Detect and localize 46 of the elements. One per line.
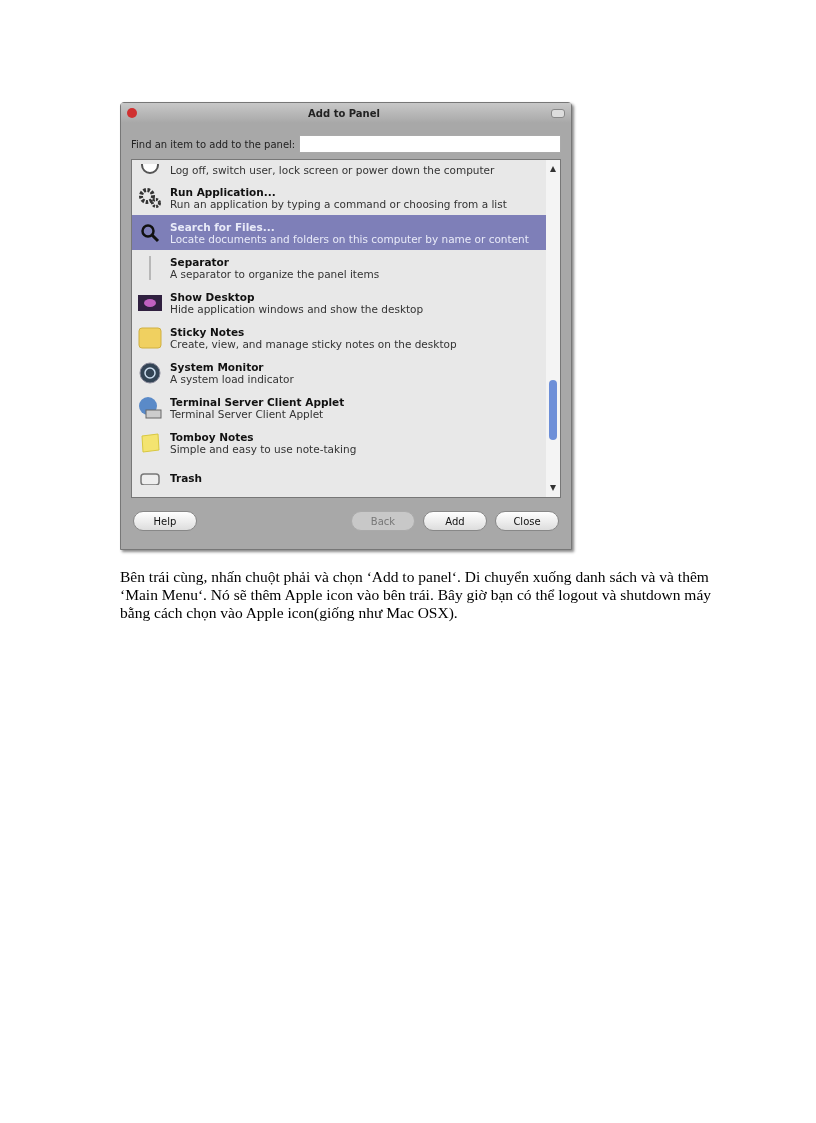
trash-icon — [139, 470, 161, 485]
close-icon[interactable] — [127, 108, 137, 118]
item-title: Run Application... — [170, 185, 277, 198]
item-description: Simple and easy to use note-taking — [170, 442, 357, 455]
item-title: Show Desktop — [170, 290, 256, 303]
item-title: Separator — [170, 255, 230, 268]
list-item[interactable]: Sticky Notes Create, view, and manage sticky notes on the desktop — [132, 320, 546, 355]
item-description: Run an application by typing a command or choosing from a list — [170, 197, 507, 210]
sticky-note-icon — [138, 326, 162, 349]
item-title: System Monitor — [170, 360, 265, 373]
item-title: Tomboy Notes — [170, 430, 255, 443]
gears-icon — [138, 186, 162, 209]
globe-icon — [139, 361, 161, 384]
computer-globe-icon — [138, 395, 162, 420]
help-button[interactable]: Help — [133, 511, 197, 531]
item-title: Search for Files... — [170, 220, 276, 233]
list-item[interactable]: Run Application... Run an application by typing a command or choosing from a list — [132, 180, 546, 215]
maximize-icon[interactable] — [551, 108, 565, 118]
list-item[interactable]: System Monitor A system load indicator — [132, 355, 546, 390]
item-description: Locate documents and folders on this computer by name or content — [170, 232, 529, 245]
item-description: Log off, switch user, lock screen or power down the computer — [170, 164, 495, 176]
paragraph: Bên trái cùng, nhấn chuột phải và chọn ‘Add to panel‘. Di chuyển xuống danh sách và và thêm ‘Main Menu‘. Nó sẽ thêm Apple icon vào bên trái. Bây giờ bạn có thể logout và shutdown máy bằng cách chọn vào Apple icon(giống như Mac OSX). — [120, 568, 713, 622]
list-item[interactable]: Separator A separator to organize the panel items — [132, 250, 546, 285]
separator-icon — [148, 255, 152, 280]
item-title: Terminal Server Client Applet — [170, 395, 345, 408]
item-description: Terminal Server Client Applet — [170, 407, 324, 420]
note-icon — [139, 431, 161, 454]
item-title: Sticky Notes — [170, 325, 246, 338]
list-item[interactable]: Show Desktop Hide application windows and show the desktop — [132, 285, 546, 320]
list-item[interactable]: Terminal Server Client Applet Terminal Server Client Applet — [132, 390, 546, 425]
list-item[interactable]: Log off, switch user, lock screen or power down the computer — [132, 160, 546, 180]
dialog-button[interactable]: Add — [423, 511, 487, 531]
item-description: A separator to organize the panel items — [170, 267, 380, 280]
list-item[interactable]: Tomboy Notes Simple and easy to use note-taking — [132, 425, 546, 460]
item-title: Trash — [170, 471, 202, 484]
item-description: Hide application windows and show the desktop — [170, 302, 424, 315]
item-description: Create, view, and manage sticky notes on the desktop — [170, 337, 457, 350]
search-label: Find an item to add to the panel: — [131, 138, 296, 150]
window-title: Add to Panel — [308, 107, 380, 119]
search-icon — [140, 222, 160, 243]
list-item[interactable]: Trash — [132, 460, 546, 495]
search-field[interactable] — [299, 135, 561, 153]
desktop-icon — [138, 292, 162, 313]
item-description: A system load indicator — [170, 372, 294, 385]
scrollbar[interactable] — [546, 160, 560, 497]
dialog-button[interactable]: Close — [495, 511, 559, 531]
